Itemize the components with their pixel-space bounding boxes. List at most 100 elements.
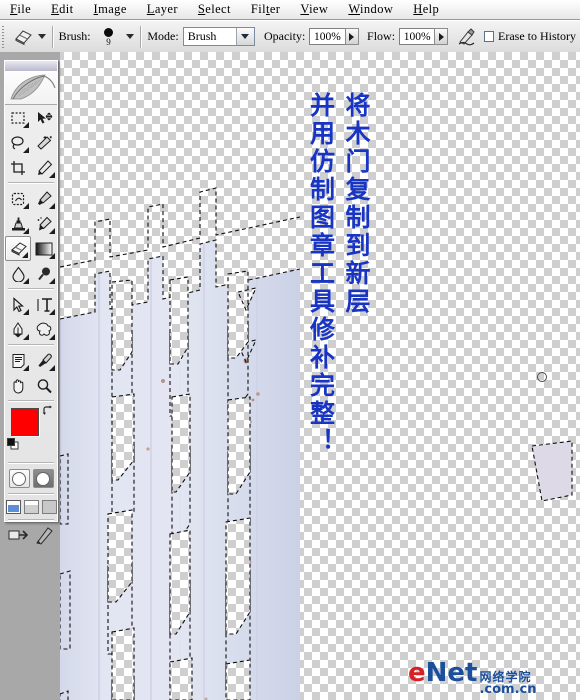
flyout-corner-icon: [49, 365, 55, 371]
blur-tool[interactable]: [5, 261, 31, 286]
flyout-corner-icon: [49, 278, 55, 284]
menu-image-label: mage: [98, 2, 127, 16]
erase-to-history-checkbox[interactable]: [483, 31, 495, 42]
jump-to-group: [5, 523, 57, 547]
flow-label: Flow:: [367, 29, 396, 43]
brush-picker-dropdown-arrow[interactable]: [126, 34, 135, 39]
opacity-slider-button[interactable]: [344, 28, 359, 45]
eraser-icon[interactable]: [10, 26, 34, 48]
flyout-corner-icon: [23, 309, 29, 315]
flyout-corner-icon: [49, 228, 55, 234]
menu-filter-label: er: [269, 2, 281, 16]
toolbox-divider-7: [8, 519, 54, 521]
foreground-color-swatch[interactable]: [11, 408, 39, 436]
healing-brush-tool[interactable]: [5, 186, 31, 211]
color-swatches: [5, 404, 57, 460]
brush-size-value: 9: [106, 36, 111, 47]
menu-help-label: elp: [422, 2, 440, 16]
custom-shape-tool[interactable]: [31, 317, 57, 342]
lasso-tool[interactable]: [5, 130, 31, 155]
eraser-tool[interactable]: [5, 236, 31, 261]
history-brush-tool[interactable]: [31, 211, 57, 236]
flyout-corner-icon: [23, 122, 29, 128]
menu-help[interactable]: Help: [403, 0, 449, 19]
swap-colors-icon[interactable]: [42, 405, 54, 417]
brush-tip-dot: [104, 27, 114, 37]
annotation-column-left: 并用仿制图章工具修补完整！: [306, 92, 336, 456]
opacity-label: Opacity:: [263, 29, 306, 43]
menu-image[interactable]: Image: [84, 0, 137, 19]
screen-mode-group: [5, 497, 57, 517]
menu-bar: File Edit Image Layer Select Filter View…: [0, 0, 580, 20]
flyout-corner-icon: [23, 278, 29, 284]
tool-options-bar: Brush: 9 Mode: Brush Opacity: 100% Flow:…: [0, 20, 580, 53]
erase-to-history-label: Erase to History: [498, 29, 576, 43]
eraser-preset-dropdown-arrow[interactable]: [37, 34, 46, 39]
gradient-tool[interactable]: [31, 236, 57, 261]
crop-tool[interactable]: [5, 155, 31, 180]
pen-tool[interactable]: [5, 317, 31, 342]
rectangular-marquee-tool[interactable]: [5, 105, 31, 130]
chevron-down-icon[interactable]: [235, 28, 254, 45]
mode-label: Mode:: [147, 29, 179, 43]
flyout-corner-icon: [49, 309, 55, 315]
menu-filter[interactable]: Filter: [241, 0, 291, 19]
opacity-value[interactable]: 100%: [309, 28, 345, 45]
menu-window-label: indow: [360, 2, 394, 16]
options-separator-1: [51, 25, 53, 48]
watermark-tld: .com.cn: [479, 682, 537, 697]
menu-file[interactable]: File: [0, 0, 41, 19]
slice-tool[interactable]: [31, 155, 57, 180]
mode-select[interactable]: Brush: [182, 27, 255, 46]
menu-select[interactable]: Select: [188, 0, 241, 19]
menu-layer[interactable]: Layer: [137, 0, 188, 19]
eyedropper-tool[interactable]: [31, 348, 57, 373]
zoom-tool[interactable]: [31, 373, 57, 398]
move-tool[interactable]: [31, 105, 57, 130]
tool-grid: [5, 105, 57, 398]
flow-value[interactable]: 100%: [399, 28, 435, 45]
photoshop-window: File Edit Image Layer Select Filter View…: [0, 0, 580, 700]
path-selection-tool[interactable]: [5, 292, 31, 317]
menu-view[interactable]: View: [290, 0, 338, 19]
jump-to-icon[interactable]: [8, 527, 30, 545]
toolbox-divider-1: [8, 182, 54, 184]
notes-tool[interactable]: [5, 348, 31, 373]
flow-slider-button[interactable]: [434, 28, 449, 45]
quick-mask-mode-button[interactable]: [32, 469, 54, 488]
flyout-corner-icon: [23, 203, 29, 209]
clone-stamp-tool[interactable]: [5, 211, 31, 236]
toolbox-divider-4: [8, 400, 54, 402]
type-tool[interactable]: [31, 292, 57, 317]
airbrush-icon[interactable]: [456, 26, 478, 48]
imageready-icon[interactable]: [34, 527, 54, 545]
default-colors-icon[interactable]: [7, 438, 19, 450]
feather-logo: [5, 72, 57, 105]
flyout-corner-icon: [49, 334, 55, 340]
toolbox-divider-5: [8, 462, 54, 464]
options-separator-2: [140, 25, 142, 48]
dodge-tool[interactable]: [31, 261, 57, 286]
flyout-corner-icon: [23, 365, 29, 371]
brush-label: Brush:: [58, 29, 91, 43]
quick-mask-group: [5, 466, 57, 491]
menu-file-label: ile: [17, 2, 32, 16]
menu-edit-label: dit: [59, 2, 74, 16]
full-screen-menubar-mode-button[interactable]: [23, 500, 39, 514]
standard-mode-button[interactable]: [8, 469, 30, 488]
menu-edit[interactable]: Edit: [41, 0, 83, 19]
options-bar-grip[interactable]: [1, 24, 7, 49]
toolbox-title-bar[interactable]: [5, 61, 57, 72]
magic-wand-tool[interactable]: [31, 130, 57, 155]
full-screen-mode-button[interactable]: [41, 500, 57, 514]
flyout-corner-icon: [49, 172, 55, 178]
hand-tool[interactable]: [5, 373, 31, 398]
menu-window[interactable]: Window: [338, 0, 403, 19]
standard-screen-mode-button[interactable]: [5, 500, 21, 514]
mode-value: Brush: [187, 29, 217, 43]
brush-preview[interactable]: 9: [95, 24, 123, 50]
flyout-corner-icon: [49, 253, 55, 259]
brush-tool[interactable]: [31, 186, 57, 211]
document-canvas[interactable]: [0, 52, 580, 700]
flyout-corner-icon: [23, 334, 29, 340]
